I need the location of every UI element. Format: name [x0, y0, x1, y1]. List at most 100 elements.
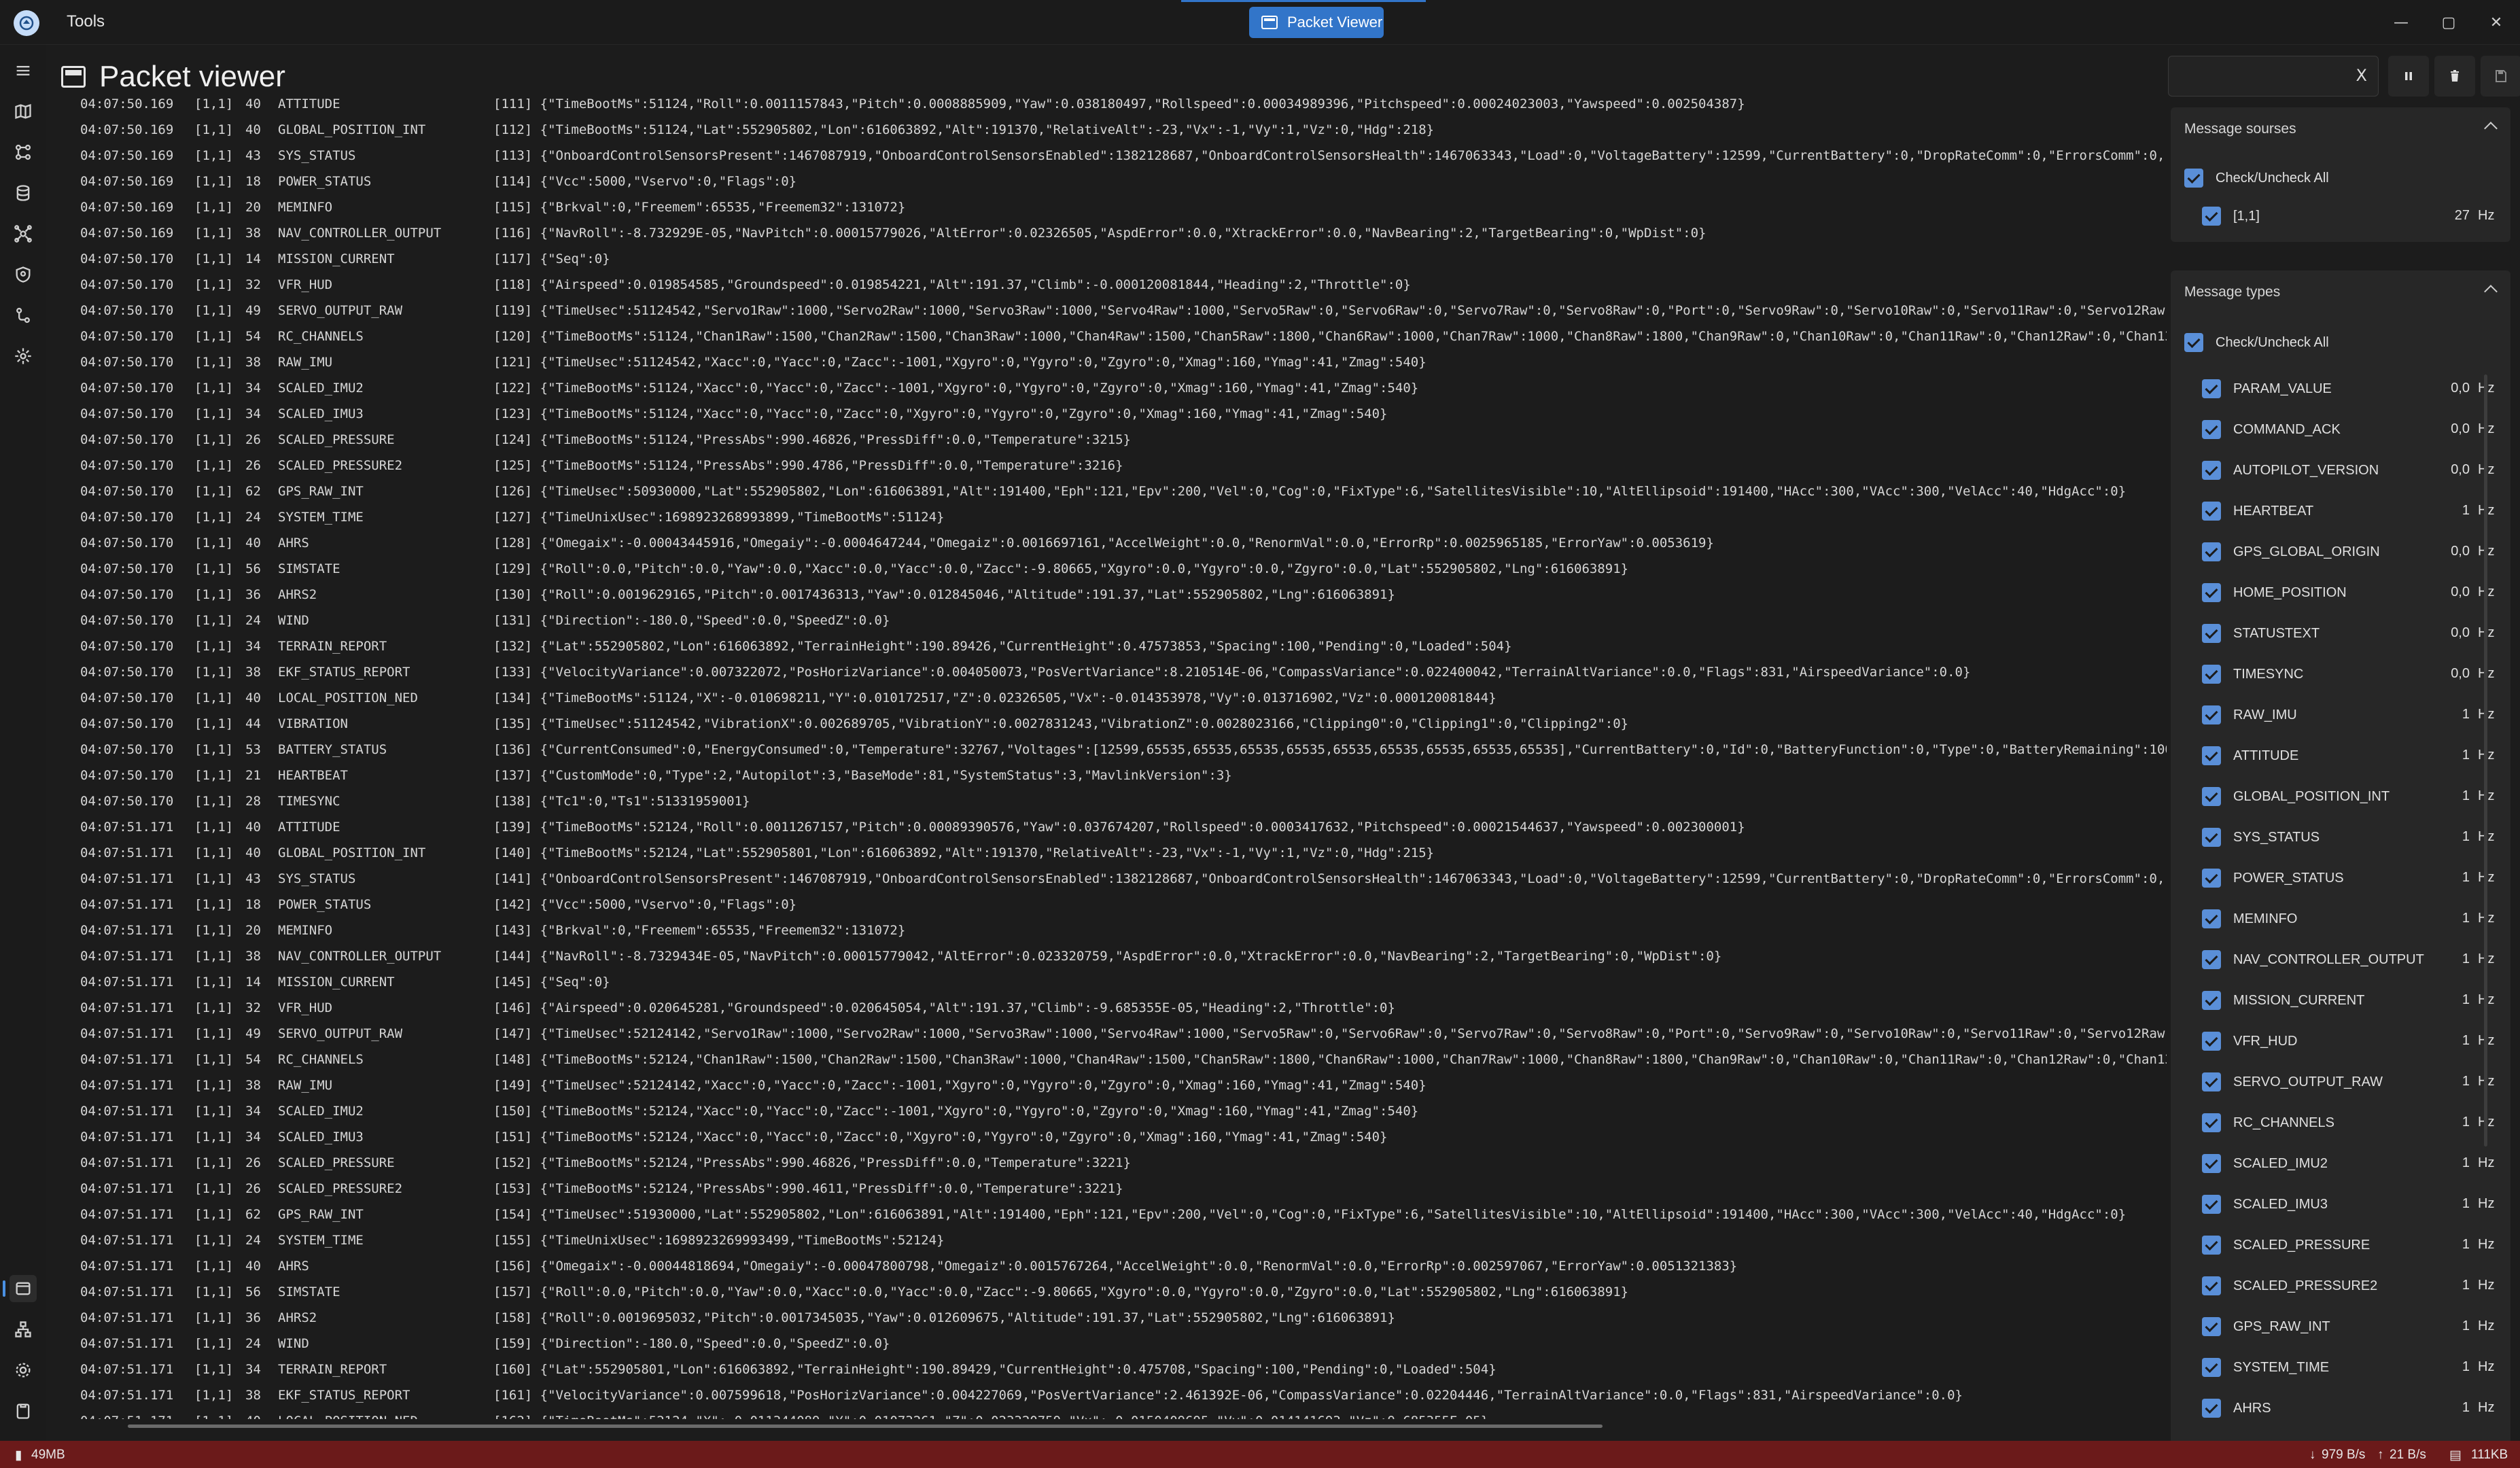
message-sources-header[interactable]: Message sourses [2171, 107, 2510, 151]
types_panel-item[interactable]: HEARTBEAT [2202, 497, 2313, 525]
packet-row[interactable]: 04:07:50.170 [1,1] 56 SIMSTATE [129] {"Roll"… [80, 559, 2201, 579]
checkbox-checked-icon[interactable] [2202, 420, 2221, 439]
menu-icon[interactable] [10, 57, 37, 84]
packet-row[interactable]: 04:07:51.171 [1,1] 56 SIMSTATE [157] {"Roll"… [80, 1282, 2201, 1302]
packet-row[interactable]: 04:07:51.171 [1,1] 24 WIND [159] {"Direction… [80, 1333, 2201, 1354]
packet-row[interactable]: 04:07:51.171 [1,1] 40 GLOBAL_POSITION_INT [1… [80, 843, 2201, 863]
checkbox-checked-icon[interactable] [2184, 333, 2203, 352]
packet-row[interactable]: 04:07:50.170 [1,1] 44 VIBRATION [135] {"Time… [80, 714, 2201, 734]
types_panel-item[interactable]: MISSION_CURRENT [2202, 987, 2364, 1014]
packet-row[interactable]: 04:07:51.171 [1,1] 26 SCALED_PRESSURE2 [153]… [80, 1178, 2201, 1199]
packet-row[interactable]: 04:07:50.169 [1,1] 40 GLOBAL_POSITION_INT [1… [80, 120, 2201, 140]
packet-row[interactable]: 04:07:51.171 [1,1] 38 EKF_STATUS_REPORT [161… [80, 1385, 2201, 1405]
types-check-all[interactable]: Check/Uncheck All [2184, 329, 2329, 356]
checkbox-checked-icon[interactable] [2202, 624, 2221, 643]
packet-row[interactable]: 04:07:51.171 [1,1] 38 RAW_IMU [149] {"TimeUs… [80, 1075, 2201, 1096]
packet-row[interactable]: 04:07:51.171 [1,1] 62 GPS_RAW_INT [154] {"Ti… [80, 1204, 2201, 1225]
packet-row[interactable]: 04:07:50.170 [1,1] 28 TIMESYNC [138] {"Tc1":… [80, 791, 2201, 811]
checkbox-checked-icon[interactable] [2202, 909, 2221, 928]
types_panel-item[interactable]: GPS_RAW_INT [2202, 1313, 2330, 1340]
checkbox-checked-icon[interactable] [2202, 787, 2221, 806]
pause-button[interactable] [2388, 56, 2429, 97]
gear-icon[interactable] [10, 1357, 37, 1384]
log-horizontal-scrollbar[interactable] [128, 1425, 1603, 1428]
packet-row[interactable]: 04:07:50.170 [1,1] 53 BATTERY_STATUS [136] {… [80, 739, 2201, 760]
packet-log[interactable]: 04:07:50.169 [1,1] 40 ATTITUDE [111] {"TimeB… [80, 94, 2201, 1419]
packet-row[interactable]: 04:07:50.169 [1,1] 43 SYS_STATUS [113] {"Onb… [80, 145, 2201, 166]
checkbox-checked-icon[interactable] [2202, 1072, 2221, 1091]
map-icon[interactable] [10, 98, 37, 125]
types_panel-item[interactable]: HOME_POSITION [2202, 579, 2347, 606]
delete-button[interactable] [2434, 56, 2475, 97]
clipboard-icon[interactable] [10, 1397, 37, 1425]
packet-row[interactable]: 04:07:50.169 [1,1] 40 ATTITUDE [111] {"TimeB… [80, 94, 2201, 114]
types_panel-item[interactable]: SERVO_OUTPUT_RAW [2202, 1068, 2383, 1096]
packet-row[interactable]: 04:07:51.171 [1,1] 32 VFR_HUD [146] {"Airspe… [80, 998, 2201, 1018]
packet-row[interactable]: 04:07:50.170 [1,1] 34 SCALED_IMU3 [123] {"Ti… [80, 404, 2201, 424]
packet-row[interactable]: 04:07:50.170 [1,1] 26 SCALED_PRESSURE2 [125]… [80, 455, 2201, 476]
types_panel-item[interactable]: RAW_IMU [2202, 701, 2297, 729]
chevron-up-icon[interactable] [2484, 122, 2498, 135]
checkbox-checked-icon[interactable] [2202, 665, 2221, 684]
types_panel-item[interactable]: ATTITUDE [2202, 742, 2298, 769]
packet-row[interactable]: 04:07:50.170 [1,1] 38 EKF_STATUS_REPORT [133… [80, 662, 2201, 682]
types-scrollbar[interactable] [2484, 374, 2487, 1147]
packet-row[interactable]: 04:07:51.171 [1,1] 40 LOCAL_POSITION_NED [16… [80, 1411, 2201, 1419]
shield-icon[interactable] [10, 261, 37, 288]
database-icon[interactable] [10, 179, 37, 207]
packet-row[interactable]: 04:07:51.171 [1,1] 36 AHRS2 [158] {"Roll":0.… [80, 1308, 2201, 1328]
search-field[interactable]: X [2168, 56, 2379, 97]
packet-row[interactable]: 04:07:50.170 [1,1] 34 SCALED_IMU2 [122] {"Ti… [80, 378, 2201, 398]
packet-row[interactable]: 04:07:50.170 [1,1] 36 AHRS2 [130] {"Roll":0.… [80, 584, 2201, 605]
packet-row[interactable]: 04:07:50.170 [1,1] 40 LOCAL_POSITION_NED [13… [80, 688, 2201, 708]
packet-row[interactable]: 04:07:51.171 [1,1] 18 POWER_STATUS [142] {"V… [80, 894, 2201, 915]
packet-row[interactable]: 04:07:51.171 [1,1] 24 SYSTEM_TIME [155] {"Ti… [80, 1230, 2201, 1251]
checkbox-checked-icon[interactable] [2202, 1236, 2221, 1255]
packet-row[interactable]: 04:07:50.170 [1,1] 24 WIND [131] {"Direction… [80, 610, 2201, 631]
checkbox-checked-icon[interactable] [2202, 1154, 2221, 1173]
packet-row[interactable]: 04:07:51.171 [1,1] 54 RC_CHANNELS [148] {"Ti… [80, 1049, 2201, 1070]
checkbox-checked-icon[interactable] [2184, 169, 2203, 188]
checkbox-checked-icon[interactable] [2202, 1317, 2221, 1336]
checkbox-checked-icon[interactable] [2202, 542, 2221, 561]
packet-row[interactable]: 04:07:51.171 [1,1] 20 MEMINFO [143] {"Brkval… [80, 920, 2201, 941]
types_panel-item[interactable]: TIMESYNC [2202, 661, 2303, 688]
packet-row[interactable]: 04:07:50.170 [1,1] 40 AHRS [128] {"Omegaix":… [80, 533, 2201, 553]
close-button[interactable]: ✕ [2482, 8, 2510, 37]
packet-row[interactable]: 04:07:50.170 [1,1] 38 RAW_IMU [121] {"TimeUs… [80, 352, 2201, 372]
packet-row[interactable]: 04:07:51.171 [1,1] 38 NAV_CONTROLLER_OUTPUT… [80, 946, 2201, 966]
checkbox-checked-icon[interactable] [2202, 379, 2221, 398]
types_panel-item[interactable]: AHRS [2202, 1395, 2271, 1422]
sources-check-all[interactable]: Check/Uncheck All [2184, 164, 2329, 192]
chevron-up-icon[interactable] [2484, 285, 2498, 298]
types_panel-item[interactable]: RC_CHANNELS [2202, 1109, 2334, 1136]
types_panel-item[interactable]: VFR_HUD [2202, 1028, 2297, 1055]
search-input[interactable] [2175, 65, 2345, 88]
drone-icon[interactable] [10, 220, 37, 247]
types_panel-item[interactable]: SCALED_IMU2 [2202, 1150, 2328, 1177]
checkbox-checked-icon[interactable] [2202, 1195, 2221, 1214]
packet-row[interactable]: 04:07:50.169 [1,1] 38 NAV_CONTROLLER_OUTPUT… [80, 223, 2201, 243]
flow-icon[interactable] [10, 139, 37, 166]
app-logo-icon[interactable] [14, 10, 39, 36]
save-button[interactable] [2481, 56, 2520, 97]
packet-viewer-nav-icon[interactable] [3, 1275, 37, 1302]
checkbox-checked-icon[interactable] [2202, 1358, 2221, 1377]
checkbox-checked-icon[interactable] [2202, 1276, 2221, 1295]
message-types-header[interactable]: Message types [2171, 270, 2510, 314]
packet-row[interactable]: 04:07:51.171 [1,1] 40 ATTITUDE [139] {"TimeB… [80, 817, 2201, 837]
packet-row[interactable]: 04:07:50.170 [1,1] 14 MISSION_CURRENT [117] … [80, 249, 2201, 269]
types_panel-item[interactable]: POWER_STATUS [2202, 864, 2344, 892]
types_panel-item[interactable]: SCALED_IMU3 [2202, 1191, 2328, 1218]
packet-row[interactable]: 04:07:50.169 [1,1] 20 MEMINFO [115] {"Brkval… [80, 197, 2201, 217]
types_panel-item[interactable]: SYSTEM_TIME [2202, 1354, 2329, 1381]
checkbox-checked-icon[interactable] [2202, 950, 2221, 969]
packet-row[interactable]: 04:07:51.171 [1,1] 34 SCALED_IMU3 [151] {"Ti… [80, 1127, 2201, 1147]
types_panel-item[interactable]: COMMAND_ACK [2202, 416, 2341, 443]
types_panel-item[interactable]: SCALED_PRESSURE2 [2202, 1272, 2377, 1299]
packet-row[interactable]: 04:07:51.171 [1,1] 40 AHRS [156] {"Omegaix":… [80, 1256, 2201, 1276]
types_panel-item[interactable]: SYS_STATUS [2202, 824, 2320, 851]
packet-row[interactable]: 04:07:51.171 [1,1] 26 SCALED_PRESSURE [152] … [80, 1153, 2201, 1173]
minimize-button[interactable]: — [2387, 8, 2415, 37]
checkbox-checked-icon[interactable] [2202, 869, 2221, 888]
